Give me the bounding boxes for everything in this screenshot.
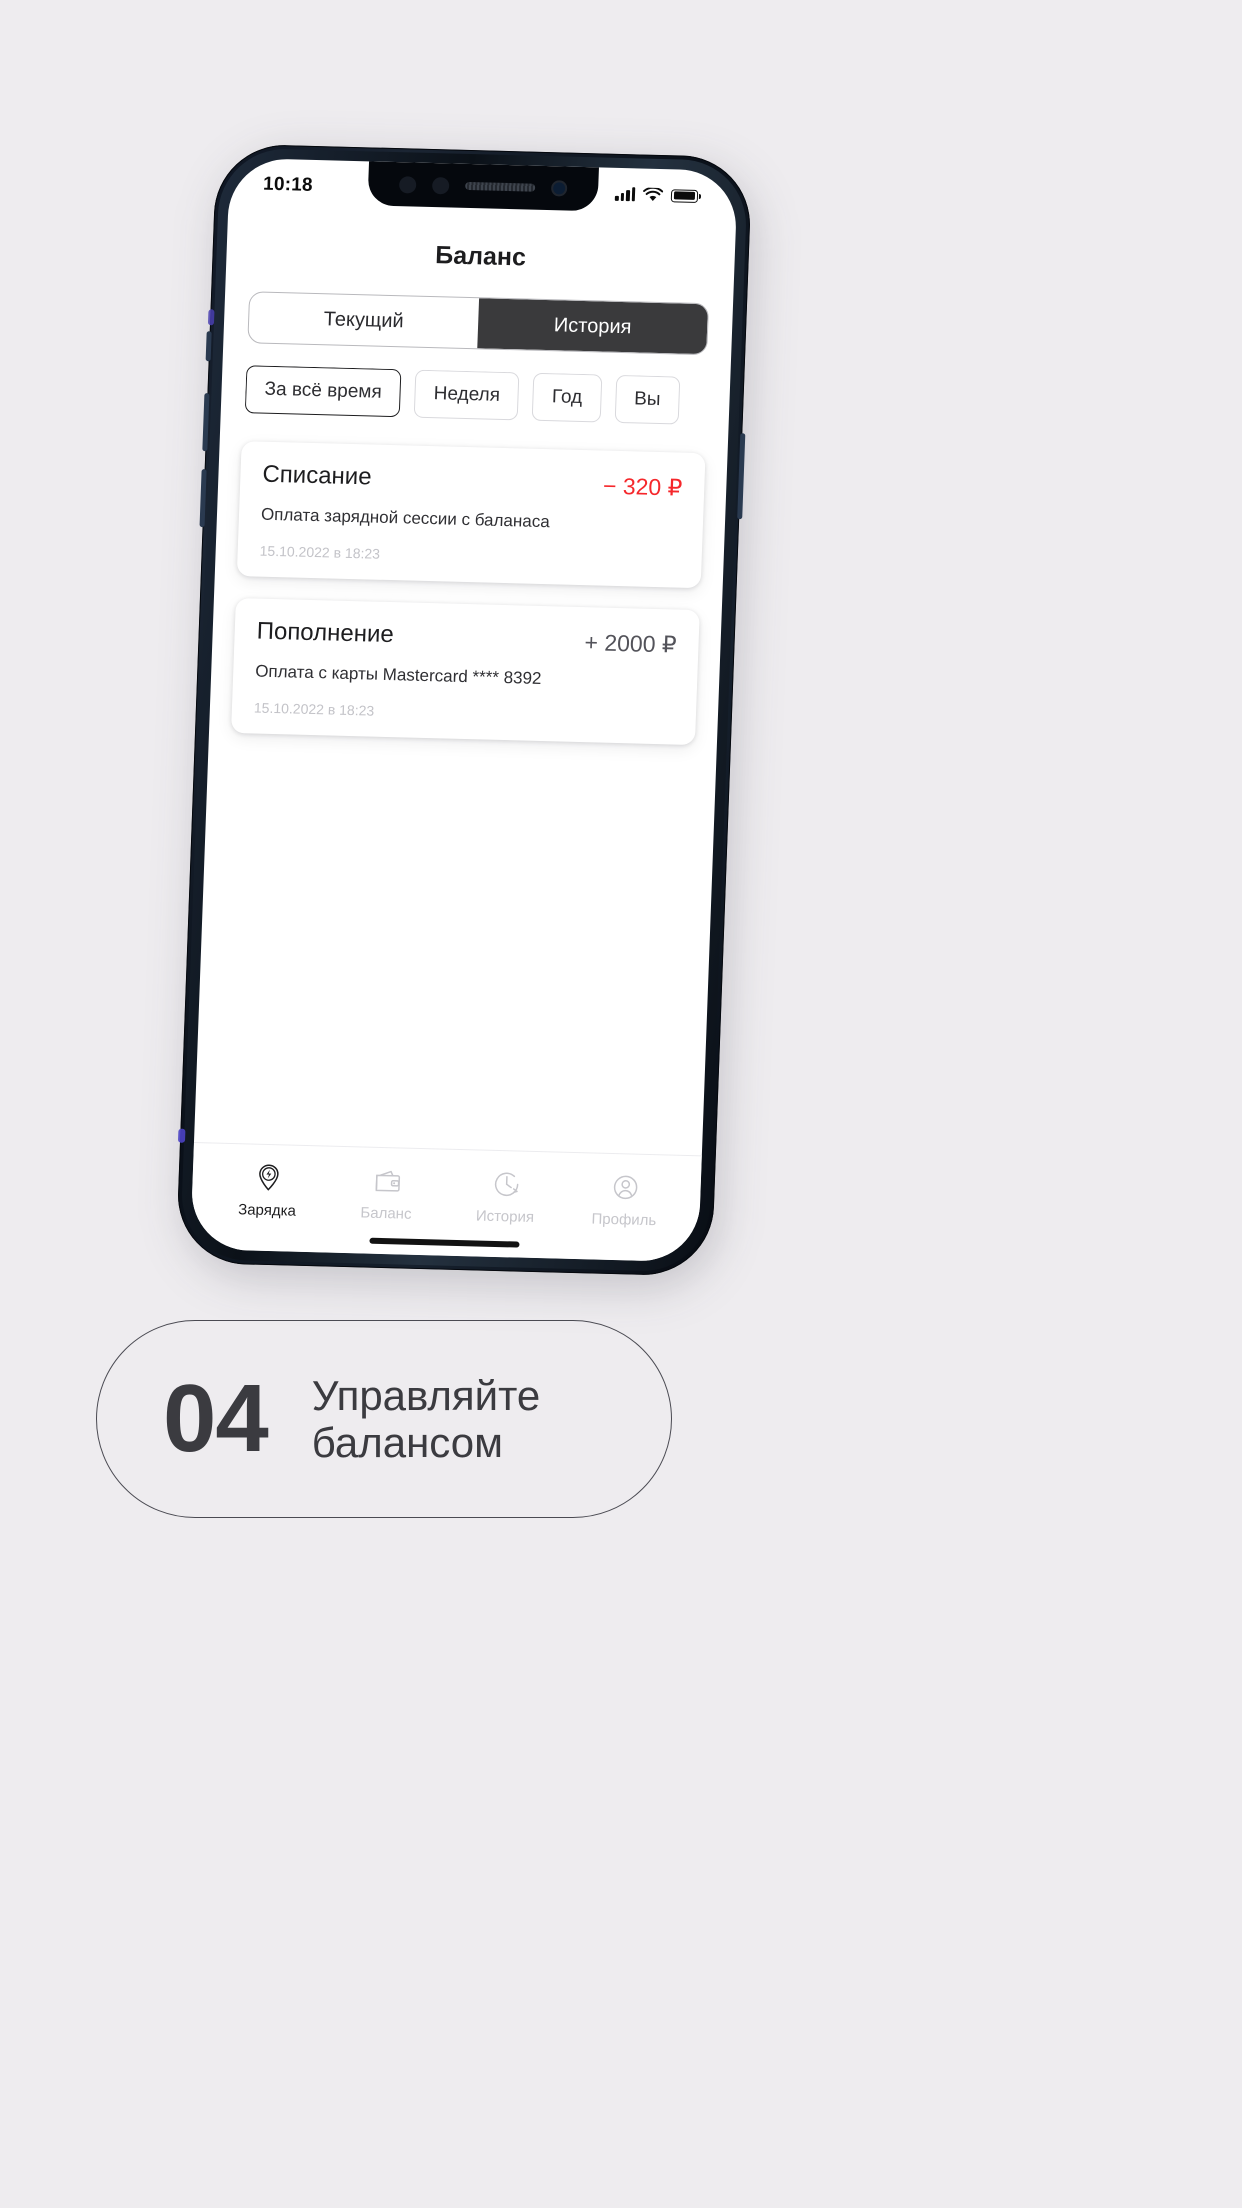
signal-icon bbox=[614, 187, 636, 202]
charge-pin-icon bbox=[258, 1164, 279, 1191]
transaction-header: Списание − 320 ₽ bbox=[262, 460, 683, 502]
caption-pill: 04 Управляйте балансом bbox=[96, 1320, 672, 1518]
transaction-row[interactable]: Пополнение + 2000 ₽ Оплата с карты Maste… bbox=[231, 597, 700, 746]
accent-marker bbox=[207, 309, 215, 326]
tab-history[interactable]: История bbox=[477, 298, 709, 355]
transaction-list: Списание − 320 ₽ Оплата зарядной сессии … bbox=[231, 441, 706, 746]
tab-profile[interactable]: Профиль bbox=[564, 1169, 685, 1230]
period-filter-row[interactable]: За всё время Неделя Год Вы bbox=[244, 365, 731, 430]
tab-balance[interactable]: Баланс bbox=[326, 1163, 447, 1224]
transaction-row[interactable]: Списание − 320 ₽ Оплата зарядной сессии … bbox=[236, 441, 706, 589]
caption-line-2: балансом bbox=[311, 1419, 503, 1466]
accent-marker-lower bbox=[177, 1128, 186, 1143]
transaction-description: Оплата зарядной сессии с баланаса bbox=[260, 504, 551, 532]
caption-number: 04 bbox=[163, 1365, 269, 1472]
tab-charging[interactable]: Зарядка bbox=[207, 1159, 328, 1220]
transaction-title: Списание bbox=[262, 460, 373, 491]
tab-current[interactable]: Текущий bbox=[248, 292, 479, 348]
tab-label: История bbox=[475, 1207, 535, 1226]
transaction-date: 15.10.2022 в 18:23 bbox=[253, 699, 375, 719]
phone-screen: 10:18 Баланс Текущий История За всё врем… bbox=[190, 157, 738, 1263]
tab-history[interactable]: История bbox=[445, 1166, 566, 1227]
silent-switch[interactable] bbox=[205, 331, 212, 362]
transaction-header: Пополнение + 2000 ₽ bbox=[256, 617, 678, 659]
phone-body: 10:18 Баланс Текущий История За всё врем… bbox=[175, 143, 753, 1277]
filter-chip-custom[interactable]: Вы bbox=[614, 374, 681, 425]
clock-history-icon bbox=[494, 1172, 518, 1197]
transaction-date: 15.10.2022 в 18:23 bbox=[259, 542, 381, 562]
segmented-control: Текущий История bbox=[247, 291, 710, 356]
battery-icon bbox=[670, 188, 702, 203]
transaction-amount: − 320 ₽ bbox=[602, 472, 683, 501]
wallet-icon bbox=[375, 1170, 400, 1192]
tab-label: Зарядка bbox=[237, 1201, 297, 1220]
filter-chip-week[interactable]: Неделя bbox=[413, 369, 520, 421]
person-icon bbox=[613, 1175, 637, 1200]
transaction-description: Оплата с карты Mastercard **** 8392 bbox=[254, 661, 542, 689]
caption-line-1: Управляйте bbox=[311, 1371, 541, 1419]
filter-chip-all-time[interactable]: За всё время bbox=[244, 365, 402, 418]
filter-chip-year[interactable]: Год bbox=[532, 372, 603, 423]
caption-text: Управляйте балансом bbox=[312, 1372, 540, 1466]
app-content: Баланс Текущий История За всё время Неде… bbox=[190, 158, 738, 1263]
transaction-title: Пополнение bbox=[256, 617, 395, 649]
tab-label: Баланс bbox=[360, 1204, 412, 1223]
wifi-icon bbox=[643, 187, 664, 201]
bottom-tab-bar: Зарядка Баланс История Профиль bbox=[191, 1142, 702, 1237]
volume-down-button[interactable] bbox=[199, 469, 207, 528]
transaction-amount: + 2000 ₽ bbox=[584, 629, 678, 658]
phone-mockup: 10:18 Баланс Текущий История За всё врем… bbox=[175, 143, 759, 1291]
volume-up-button[interactable] bbox=[202, 393, 210, 452]
tab-label: Профиль bbox=[591, 1210, 657, 1230]
status-time: 10:18 bbox=[262, 173, 314, 196]
status-icons bbox=[614, 186, 702, 203]
page-title: Баланс bbox=[434, 241, 527, 272]
